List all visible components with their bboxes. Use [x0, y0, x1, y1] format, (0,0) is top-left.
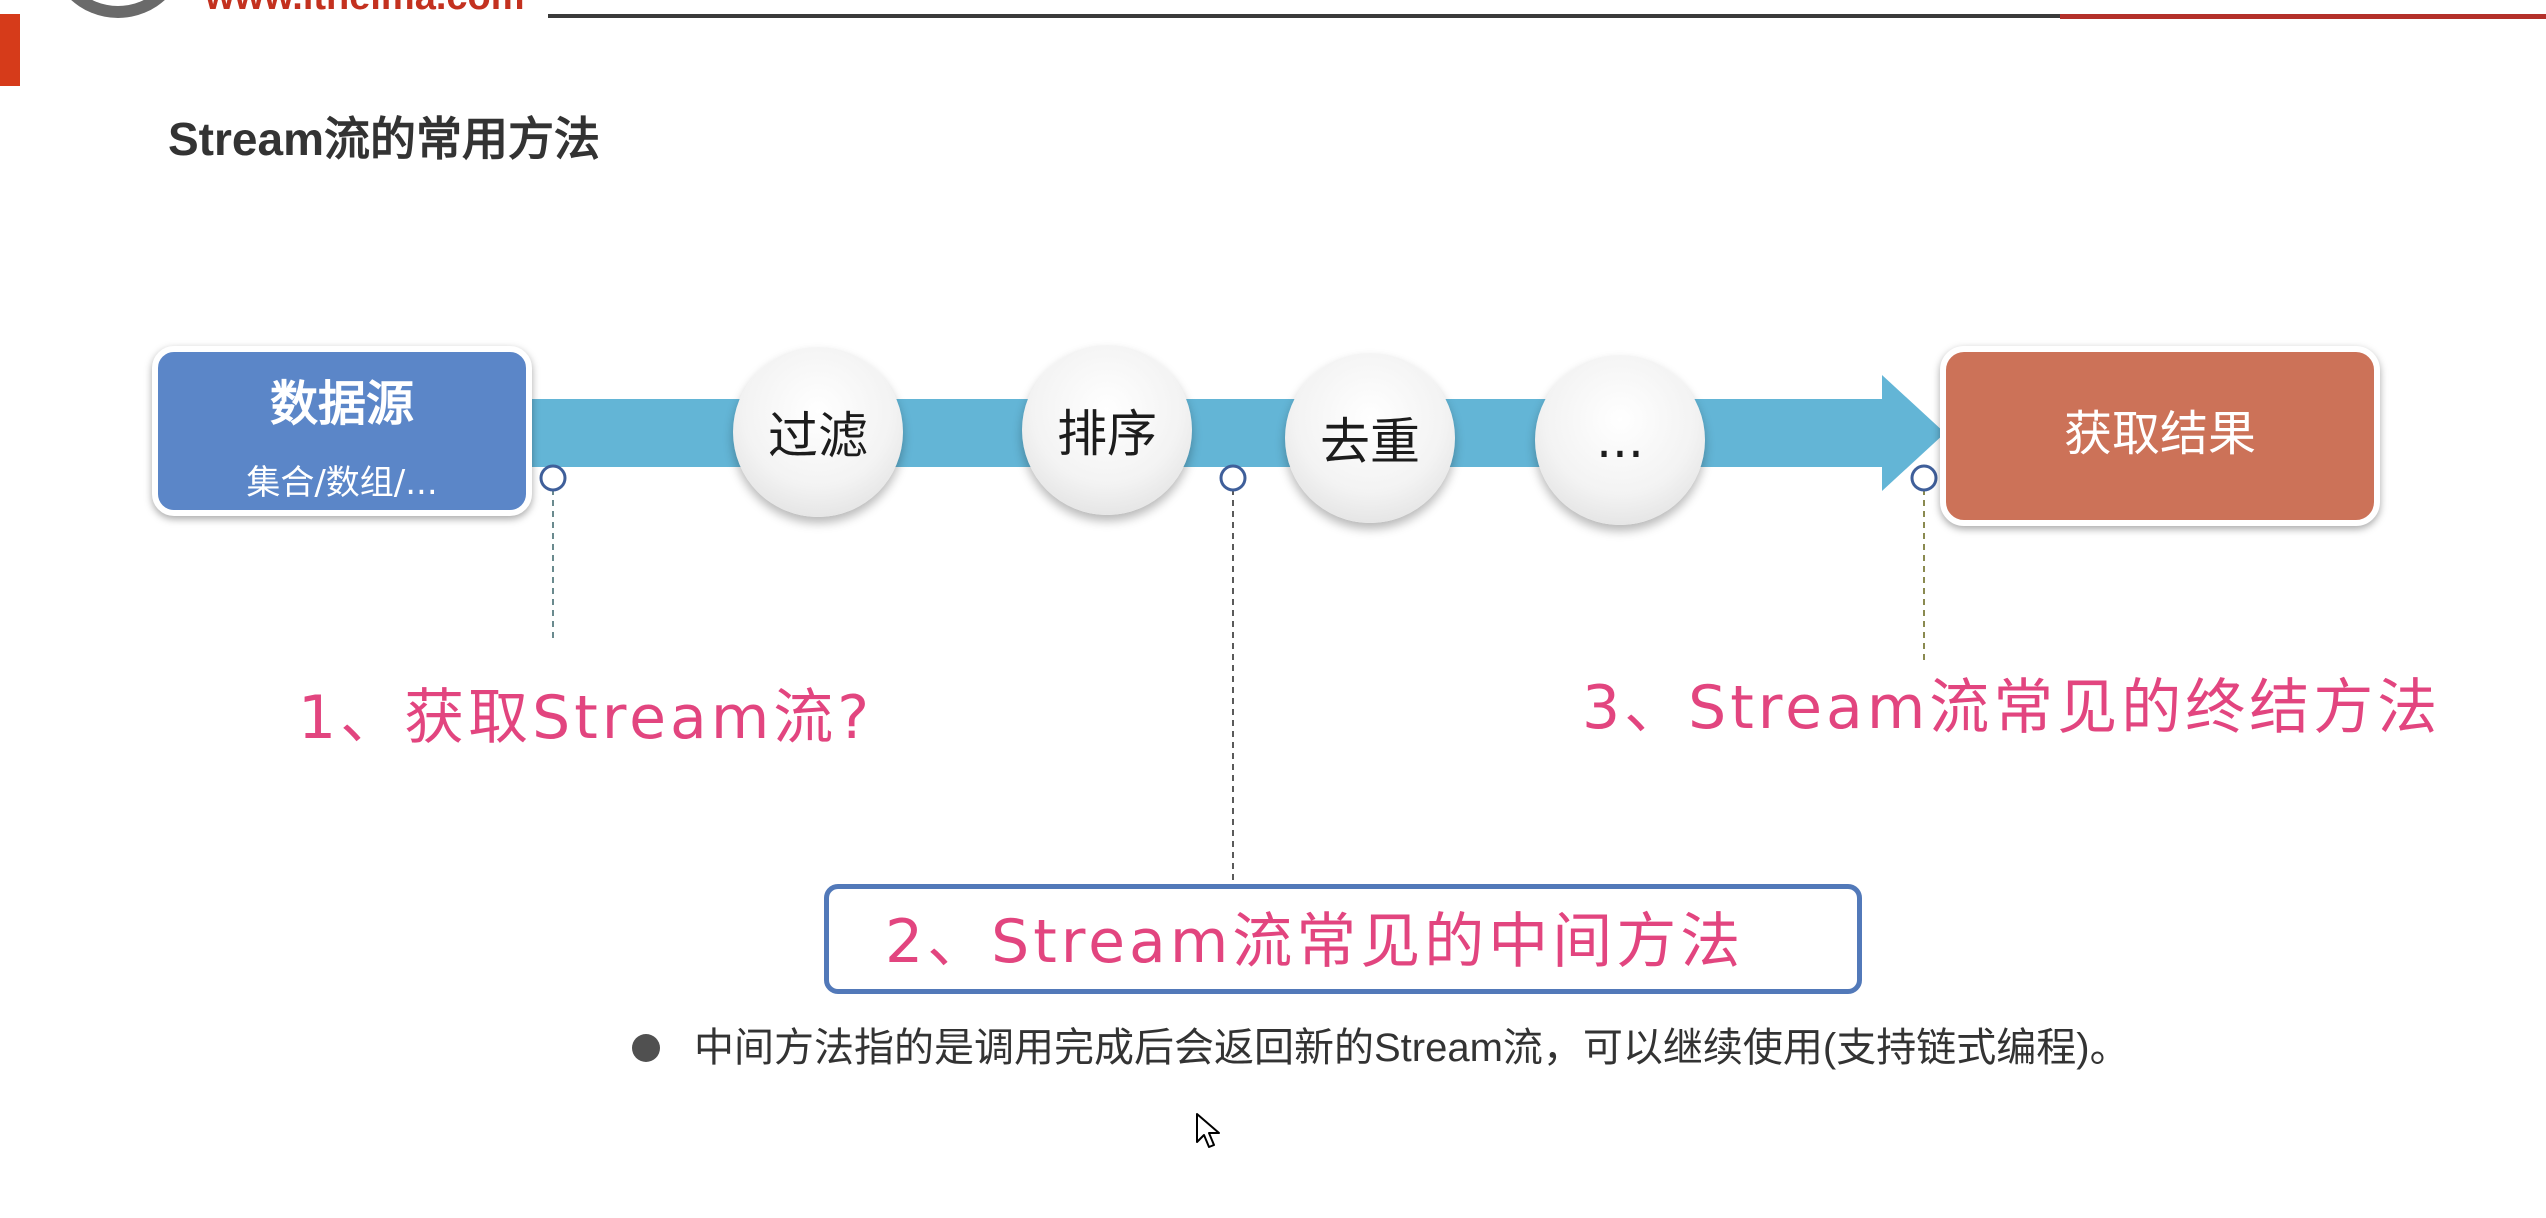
connector-node-3 — [1910, 464, 1938, 492]
result-box: 获取结果 — [1940, 346, 2380, 526]
op-more: ... — [1535, 355, 1705, 525]
op-filter: 过滤 — [733, 347, 903, 517]
annotation-step-3: 3、Stream流常见的终结方法 — [1582, 673, 2442, 743]
op-sort: 排序 — [1022, 345, 1192, 515]
result-label: 获取结果 — [2063, 406, 2256, 462]
data-source-subtitle: 集合/数组/... — [246, 463, 438, 503]
data-source-box: 数据源 集合/数组/... — [152, 346, 532, 516]
op-distinct: 去重 — [1285, 353, 1455, 523]
mouse-cursor-icon — [1196, 1113, 1220, 1148]
bullet-text: 中间方法指的是调用完成后会返回新的Stream流，可以继续使用(支持链式编程)。 — [694, 1026, 2130, 1070]
annotation-step-1: 1、获取Stream流? — [298, 683, 874, 753]
bullet-icon — [632, 1034, 660, 1062]
data-source-title: 数据源 — [269, 376, 414, 432]
annotation-step-2: 2、Stream流常见的中间方法 — [885, 907, 1745, 977]
annotation-step-2-box: 2、Stream流常见的中间方法 — [824, 884, 1862, 994]
connector-node-2 — [1219, 464, 1247, 492]
connector-node-1 — [539, 464, 567, 492]
